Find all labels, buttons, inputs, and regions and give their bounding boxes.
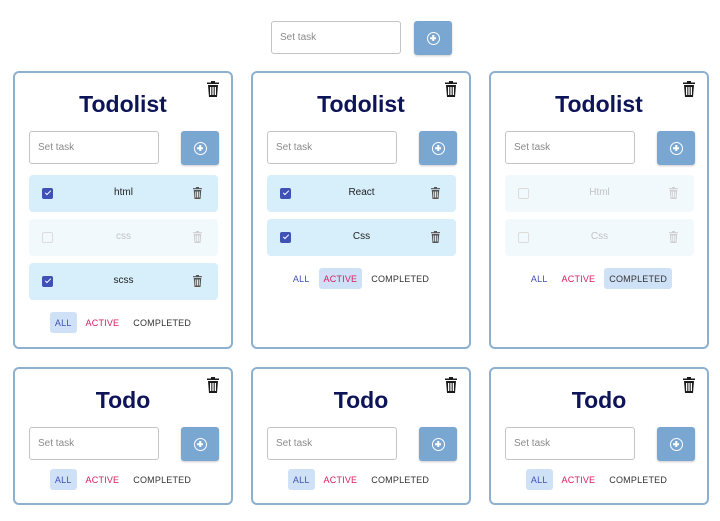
filter-all-button[interactable]: ALL: [49, 312, 77, 333]
plus-circle-icon: [431, 437, 445, 451]
todolist-card: Todolist Html Css ALLACTIVECOMPLETED: [489, 71, 709, 349]
delete-task-button[interactable]: [193, 275, 202, 287]
trash-icon: [431, 231, 440, 243]
delete-todolist-button[interactable]: [445, 81, 457, 97]
filter-completed-button[interactable]: COMPLETED: [128, 469, 196, 490]
trash-icon: [669, 187, 678, 199]
task-text[interactable]: Css: [267, 231, 456, 242]
todolist-card: Todo ALLACTIVECOMPLETED: [13, 367, 233, 505]
add-todolist-button[interactable]: [414, 21, 452, 55]
todolist-title: Todo: [95, 387, 151, 413]
filter-bar: ALL ACTIVE COMPLETED: [15, 312, 231, 333]
trash-icon: [431, 187, 440, 199]
todolist-card: Todo ALLACTIVECOMPLETED: [489, 367, 709, 505]
delete-todolist-button[interactable]: [207, 377, 219, 393]
trash-icon: [445, 377, 457, 393]
add-task-button[interactable]: [181, 427, 219, 461]
filter-active-button[interactable]: ACTIVE: [319, 469, 363, 490]
todolist-title: Todolist: [555, 91, 643, 117]
delete-task-button[interactable]: [193, 187, 202, 199]
filter-bar: ALL ACTIVE COMPLETED: [491, 469, 707, 490]
task-item: React: [267, 175, 456, 212]
new-todolist-input[interactable]: [271, 21, 401, 54]
task-text[interactable]: Html: [505, 187, 694, 198]
plus-circle-icon: [669, 141, 683, 155]
task-item: scss: [29, 263, 218, 300]
filter-active-button[interactable]: ACTIVE: [81, 469, 125, 490]
delete-task-button[interactable]: [193, 231, 202, 243]
trash-icon: [445, 81, 457, 97]
task-text[interactable]: html: [29, 187, 218, 198]
add-task-button[interactable]: [419, 427, 457, 461]
filter-all-button[interactable]: ALL: [288, 268, 315, 289]
task-input[interactable]: [267, 427, 397, 460]
filter-all-button[interactable]: ALL: [525, 469, 553, 490]
trash-icon: [193, 275, 202, 287]
filter-all-button[interactable]: ALL: [526, 268, 553, 289]
trash-icon: [683, 377, 695, 393]
trash-icon: [683, 81, 695, 97]
task-input[interactable]: [29, 131, 159, 164]
delete-todolist-button[interactable]: [683, 377, 695, 393]
todolist-title: Todolist: [317, 91, 405, 117]
task-text[interactable]: React: [267, 187, 456, 198]
add-task-button[interactable]: [657, 427, 695, 461]
todolist-title: Todo: [571, 387, 627, 413]
filter-completed-button[interactable]: COMPLETED: [366, 268, 434, 289]
filter-active-button[interactable]: ACTIVE: [81, 312, 125, 333]
delete-task-button[interactable]: [431, 187, 440, 199]
filter-bar: ALL ACTIVE COMPLETED: [491, 268, 707, 289]
filter-all-button[interactable]: ALL: [49, 469, 77, 490]
plus-circle-icon: [193, 141, 207, 155]
task-text[interactable]: scss: [29, 275, 218, 286]
filter-completed-button[interactable]: COMPLETED: [128, 312, 196, 333]
filter-bar: ALL ACTIVE COMPLETED: [253, 469, 469, 490]
filter-bar: ALL ACTIVE COMPLETED: [15, 469, 231, 490]
task-item: Css: [505, 219, 694, 256]
todolist-card: Todo ALLACTIVECOMPLETED: [251, 367, 471, 505]
add-task-button[interactable]: [419, 131, 457, 165]
add-task-button[interactable]: [657, 131, 695, 165]
plus-circle-icon: [431, 141, 445, 155]
filter-completed-button[interactable]: COMPLETED: [604, 268, 673, 289]
plus-circle-icon: [426, 31, 440, 45]
task-item: Css: [267, 219, 456, 256]
task-input[interactable]: [267, 131, 397, 164]
filter-completed-button[interactable]: COMPLETED: [366, 469, 434, 490]
trash-icon: [669, 231, 678, 243]
new-todolist-form: [271, 21, 452, 55]
filter-completed-button[interactable]: COMPLETED: [604, 469, 672, 490]
task-input[interactable]: [505, 131, 635, 164]
delete-todolist-button[interactable]: [445, 377, 457, 393]
delete-task-button[interactable]: [669, 187, 678, 199]
todolist-title: Todo: [333, 387, 389, 413]
task-item: css: [29, 219, 218, 256]
filter-all-button[interactable]: ALL: [287, 469, 315, 490]
add-task-button[interactable]: [181, 131, 219, 165]
task-input[interactable]: [505, 427, 635, 460]
trash-icon: [207, 377, 219, 393]
trash-icon: [193, 187, 202, 199]
plus-circle-icon: [193, 437, 207, 451]
todolist-title: Todolist: [79, 91, 167, 117]
delete-todolist-button[interactable]: [683, 81, 695, 97]
delete-task-button[interactable]: [431, 231, 440, 243]
todolist-card: Todolist html css scss ALLACTIVECOMPLETED: [13, 71, 233, 349]
filter-bar: ALL ACTIVE COMPLETED: [253, 268, 469, 289]
task-text[interactable]: Css: [505, 231, 694, 242]
delete-task-button[interactable]: [669, 231, 678, 243]
filter-active-button[interactable]: ACTIVE: [557, 469, 601, 490]
trash-icon: [193, 231, 202, 243]
delete-todolist-button[interactable]: [207, 81, 219, 97]
trash-icon: [207, 81, 219, 97]
task-item: html: [29, 175, 218, 212]
todolist-card: Todolist React Css ALLACTIVECOMPLETED: [251, 71, 471, 349]
filter-active-button[interactable]: ACTIVE: [557, 268, 601, 289]
plus-circle-icon: [669, 437, 683, 451]
task-item: Html: [505, 175, 694, 212]
filter-active-button[interactable]: ACTIVE: [318, 268, 363, 289]
task-text[interactable]: css: [29, 231, 218, 242]
task-input[interactable]: [29, 427, 159, 460]
